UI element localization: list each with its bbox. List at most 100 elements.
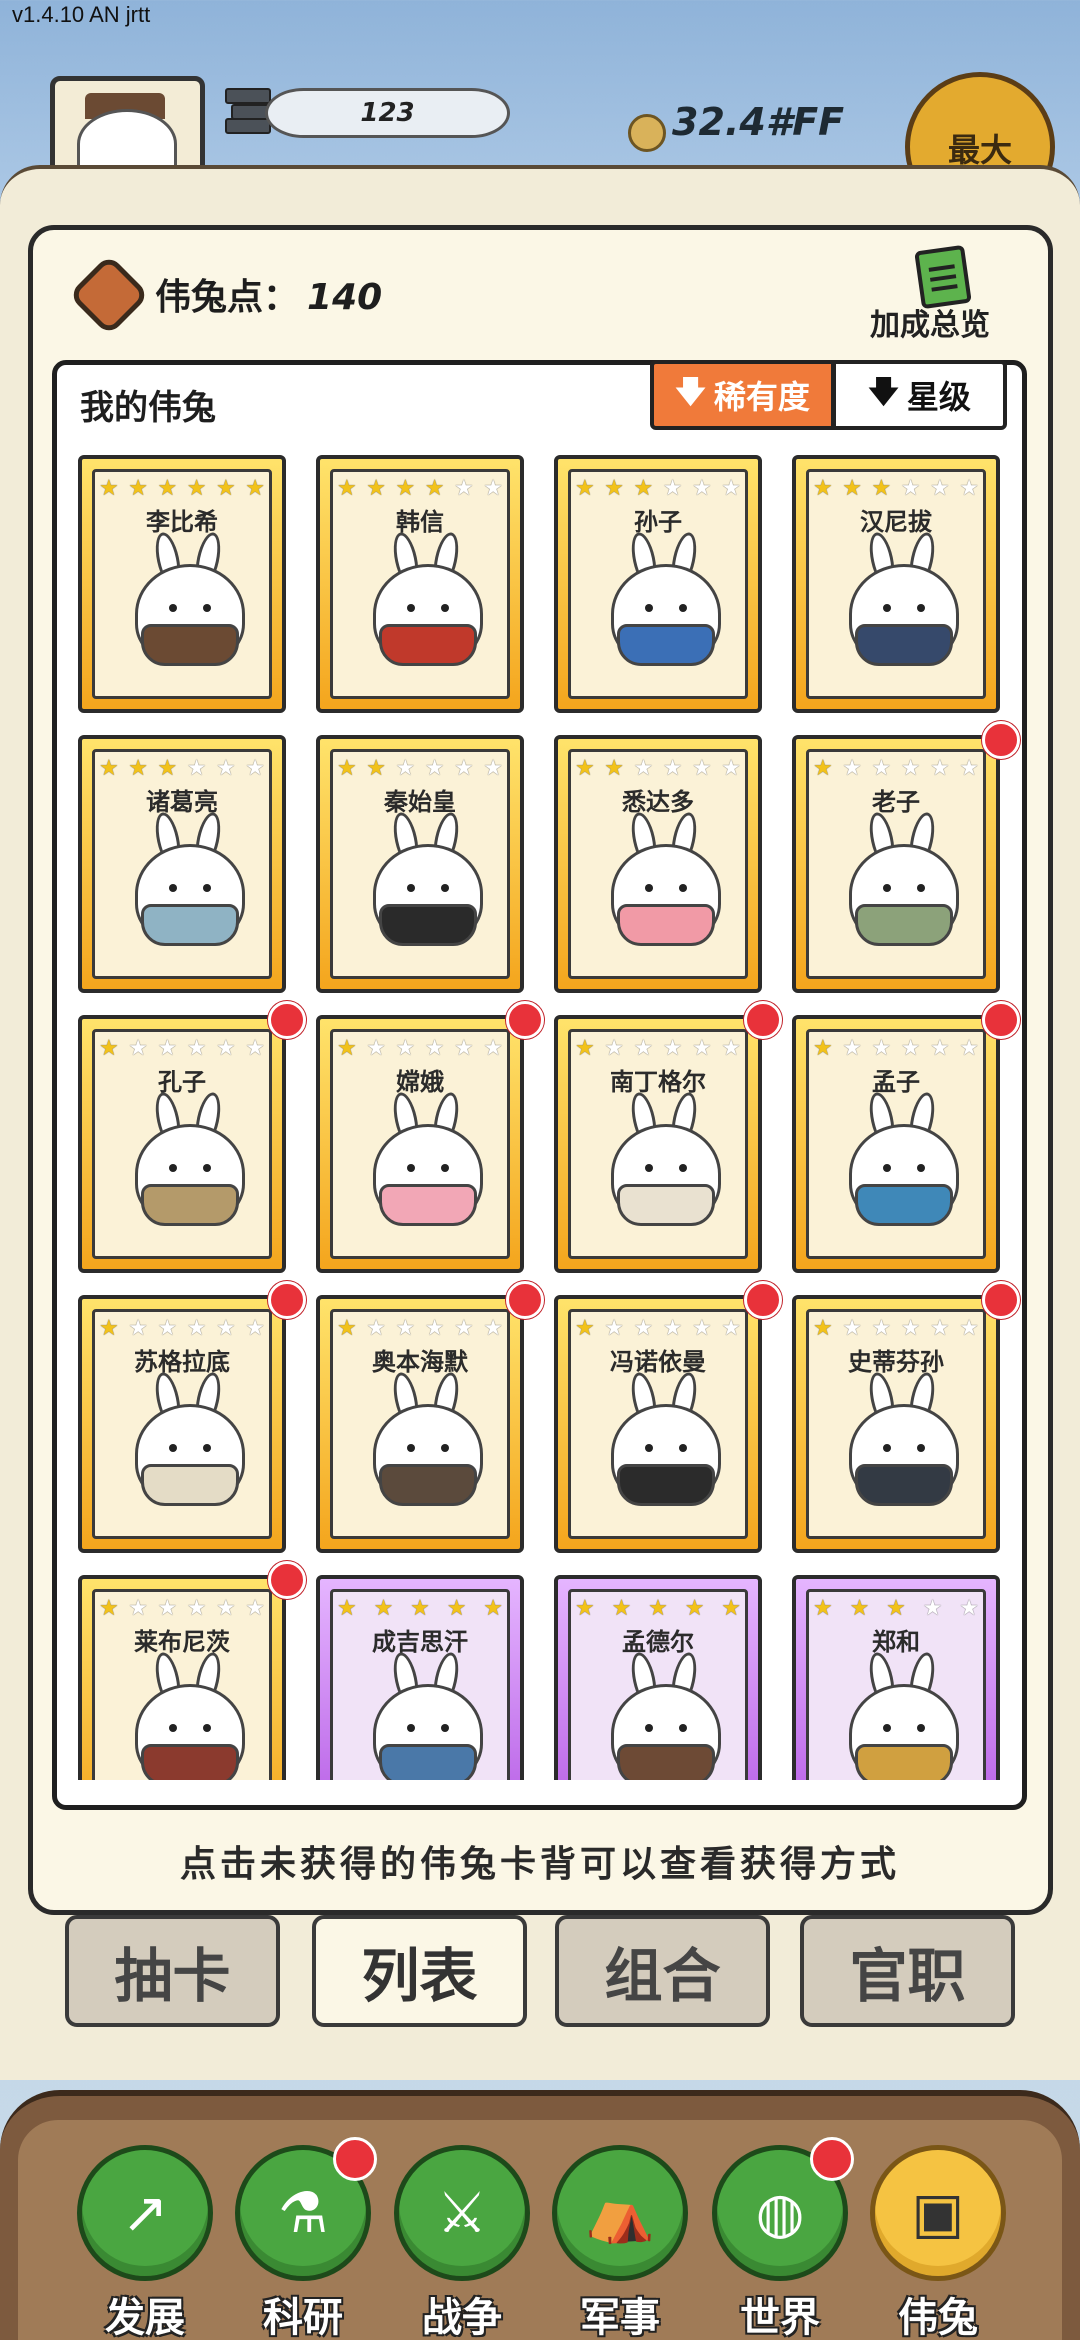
card-face: ★ ★ ★ ★ ★ 成吉思汗 — [330, 1589, 510, 1780]
hero-card[interactable]: ★ ★ ★ ★ ★ 孟德尔 — [554, 1575, 762, 1780]
nav-war[interactable]: ⚔ 战争 — [392, 2145, 532, 2340]
star-icon: ★ — [721, 1316, 741, 1341]
tab-combo[interactable]: 组合 — [555, 1915, 770, 2027]
star-icon: ★ — [813, 476, 833, 501]
nav-label: 发展 — [105, 2295, 185, 2340]
nav-develop[interactable]: ↗ 发展 — [75, 2145, 215, 2340]
star-icon: ★ — [128, 476, 148, 501]
coin-icon — [628, 114, 666, 152]
card-name: 奥本海默 — [372, 1348, 468, 1376]
star-icon: ★ — [930, 1036, 950, 1061]
card-name: 孔子 — [158, 1068, 206, 1096]
nav-label: 战争 — [422, 2295, 502, 2340]
star-icon: ★ — [245, 1316, 265, 1341]
star-icon: ★ — [959, 476, 979, 501]
hero-card[interactable]: ★ ★ ★ ★ ★ ★ 诸葛亮 — [78, 735, 286, 993]
hero-card[interactable]: ★ ★ ★ ★ ★ ★ 孙子 — [554, 455, 762, 713]
star-icon: ★ — [721, 476, 741, 501]
star-rating: ★ ★ ★ ★ ★ ★ — [99, 756, 265, 782]
star-rating: ★ ★ ★ ★ ★ — [575, 1596, 741, 1622]
star-icon: ★ — [930, 1316, 950, 1341]
card-face: ★ ★ ★ ★ ★ ★ 孙子 — [568, 469, 748, 699]
bunny-portrait — [135, 530, 245, 674]
bunny-portrait — [849, 1650, 959, 1780]
star-icon: ★ — [337, 1596, 357, 1621]
star-icon: ★ — [575, 1316, 595, 1341]
star-icon: ★ — [721, 1036, 741, 1061]
star-icon: ★ — [930, 476, 950, 501]
star-icon: ★ — [721, 1596, 741, 1621]
card-face: ★ ★ ★ ★ ★ ★ 汉尼拔 — [806, 469, 986, 699]
hero-card[interactable]: ★ ★ ★ ★ ★ ★ 冯诺依曼 — [554, 1295, 762, 1553]
hero-card[interactable]: ★ ★ ★ ★ ★ 郑和 — [792, 1575, 1000, 1780]
hero-card[interactable]: ★ ★ ★ ★ ★ ★ 悉达多 — [554, 735, 762, 993]
star-icon: ★ — [446, 1596, 467, 1621]
new-badge-icon — [268, 1001, 306, 1039]
star-icon: ★ — [662, 1316, 683, 1341]
card-grid[interactable]: ★ ★ ★ ★ ★ ★ 李比希 ★ ★ ★ ★ ★ ★ 韩信 ★ ★ ★ ★ ★ ★ 孙子 ★ ★ ★ ★ ★ ★ 汉尼拔 ★ ★ ★ ★ ★ ★… — [78, 455, 1003, 1780]
hero-card[interactable]: ★ ★ ★ ★ ★ ★ 秦始皇 — [316, 735, 524, 993]
bunny-card-icon: ▣ — [870, 2145, 1006, 2281]
star-icon: ★ — [157, 1036, 178, 1061]
hero-card[interactable]: ★ ★ ★ ★ ★ ★ 孟子 — [792, 1015, 1000, 1273]
star-rating: ★ ★ ★ ★ ★ ★ — [99, 476, 265, 502]
sort-star-label: 星级 — [906, 378, 971, 416]
star-icon: ★ — [186, 1316, 207, 1341]
star-icon: ★ — [245, 1596, 265, 1621]
card-name: 孙子 — [634, 508, 682, 536]
star-icon: ★ — [337, 756, 357, 781]
bunny-portrait — [611, 1090, 721, 1234]
hero-card[interactable]: ★ ★ ★ ★ ★ ★ 汉尼拔 — [792, 455, 1000, 713]
tab-list[interactable]: 列表 — [312, 1915, 527, 2027]
hero-card[interactable]: ★ ★ ★ ★ ★ ★ 嫦娥 — [316, 1015, 524, 1273]
hint-text: 点击未获得的伟兔卡背可以查看获得方式 — [179, 1844, 900, 1885]
star-icon: ★ — [99, 476, 119, 501]
star-icon: ★ — [633, 1316, 654, 1341]
hero-card[interactable]: ★ ★ ★ ★ ★ ★ 南丁格尔 — [554, 1015, 762, 1273]
star-icon: ★ — [575, 756, 595, 781]
star-icon: ★ — [483, 1036, 503, 1061]
star-rating: ★ ★ ★ ★ ★ ★ — [99, 1596, 265, 1622]
hero-card[interactable]: ★ ★ ★ ★ ★ ★ 李比希 — [78, 455, 286, 713]
new-badge-icon — [982, 1281, 1020, 1319]
star-rating: ★ ★ ★ ★ ★ ★ — [337, 476, 503, 502]
star-icon: ★ — [245, 1036, 265, 1061]
card-name: 老子 — [872, 788, 920, 816]
hero-card[interactable]: ★ ★ ★ ★ ★ ★ 韩信 — [316, 455, 524, 713]
star-rating: ★ ★ ★ ★ ★ ★ — [575, 476, 741, 502]
hero-card[interactable]: ★ ★ ★ ★ ★ ★ 史蒂芬孙 — [792, 1295, 1000, 1553]
tab-office[interactable]: 官职 — [800, 1915, 1015, 2027]
star-icon: ★ — [128, 756, 148, 781]
nav-label: 军事 — [580, 2295, 660, 2340]
card-name: 冯诺依曼 — [610, 1348, 706, 1376]
card-name: 汉尼拔 — [860, 508, 932, 536]
hero-card[interactable]: ★ ★ ★ ★ ★ ★ 孔子 — [78, 1015, 286, 1273]
bunny-portrait — [611, 530, 721, 674]
bonus-overview-button[interactable]: 加成总览 — [870, 300, 990, 344]
sort-by-star-button[interactable]: 🡇 星级 — [832, 360, 1007, 430]
star-icon: ★ — [366, 756, 386, 781]
bunny-portrait — [135, 1370, 245, 1514]
nav-world[interactable]: ◍ 世界 — [710, 2137, 854, 2340]
tab-draw[interactable]: 抽卡 — [65, 1915, 280, 2027]
hero-card[interactable]: ★ ★ ★ ★ ★ ★ 莱布尼茨 — [78, 1575, 286, 1780]
hero-card[interactable]: ★ ★ ★ ★ ★ ★ 苏格拉底 — [78, 1295, 286, 1553]
new-badge-icon — [982, 1001, 1020, 1039]
star-icon: ★ — [871, 756, 892, 781]
nav-research[interactable]: ⚗ 科研 — [233, 2137, 377, 2340]
card-name: 诸葛亮 — [146, 788, 218, 816]
star-icon: ★ — [483, 1316, 503, 1341]
nav-military[interactable]: ⛺ 军事 — [550, 2145, 690, 2340]
hero-card[interactable]: ★ ★ ★ ★ ★ 成吉思汗 — [316, 1575, 524, 1780]
star-icon: ★ — [721, 756, 741, 781]
nav-heroes[interactable]: ▣ 伟兔 — [868, 2145, 1008, 2340]
star-icon: ★ — [128, 1036, 148, 1061]
star-icon: ★ — [157, 1596, 178, 1621]
hero-card[interactable]: ★ ★ ★ ★ ★ ★ 奥本海默 — [316, 1295, 524, 1553]
sort-by-rarity-button[interactable]: 🡇 稀有度 — [650, 360, 835, 430]
star-rating: ★ ★ ★ ★ ★ ★ — [813, 476, 979, 502]
star-icon: ★ — [366, 476, 386, 501]
star-icon: ★ — [454, 1036, 474, 1061]
hero-card[interactable]: ★ ★ ★ ★ ★ ★ 老子 — [792, 735, 1000, 993]
star-rating: ★ ★ ★ ★ ★ — [813, 1596, 979, 1622]
